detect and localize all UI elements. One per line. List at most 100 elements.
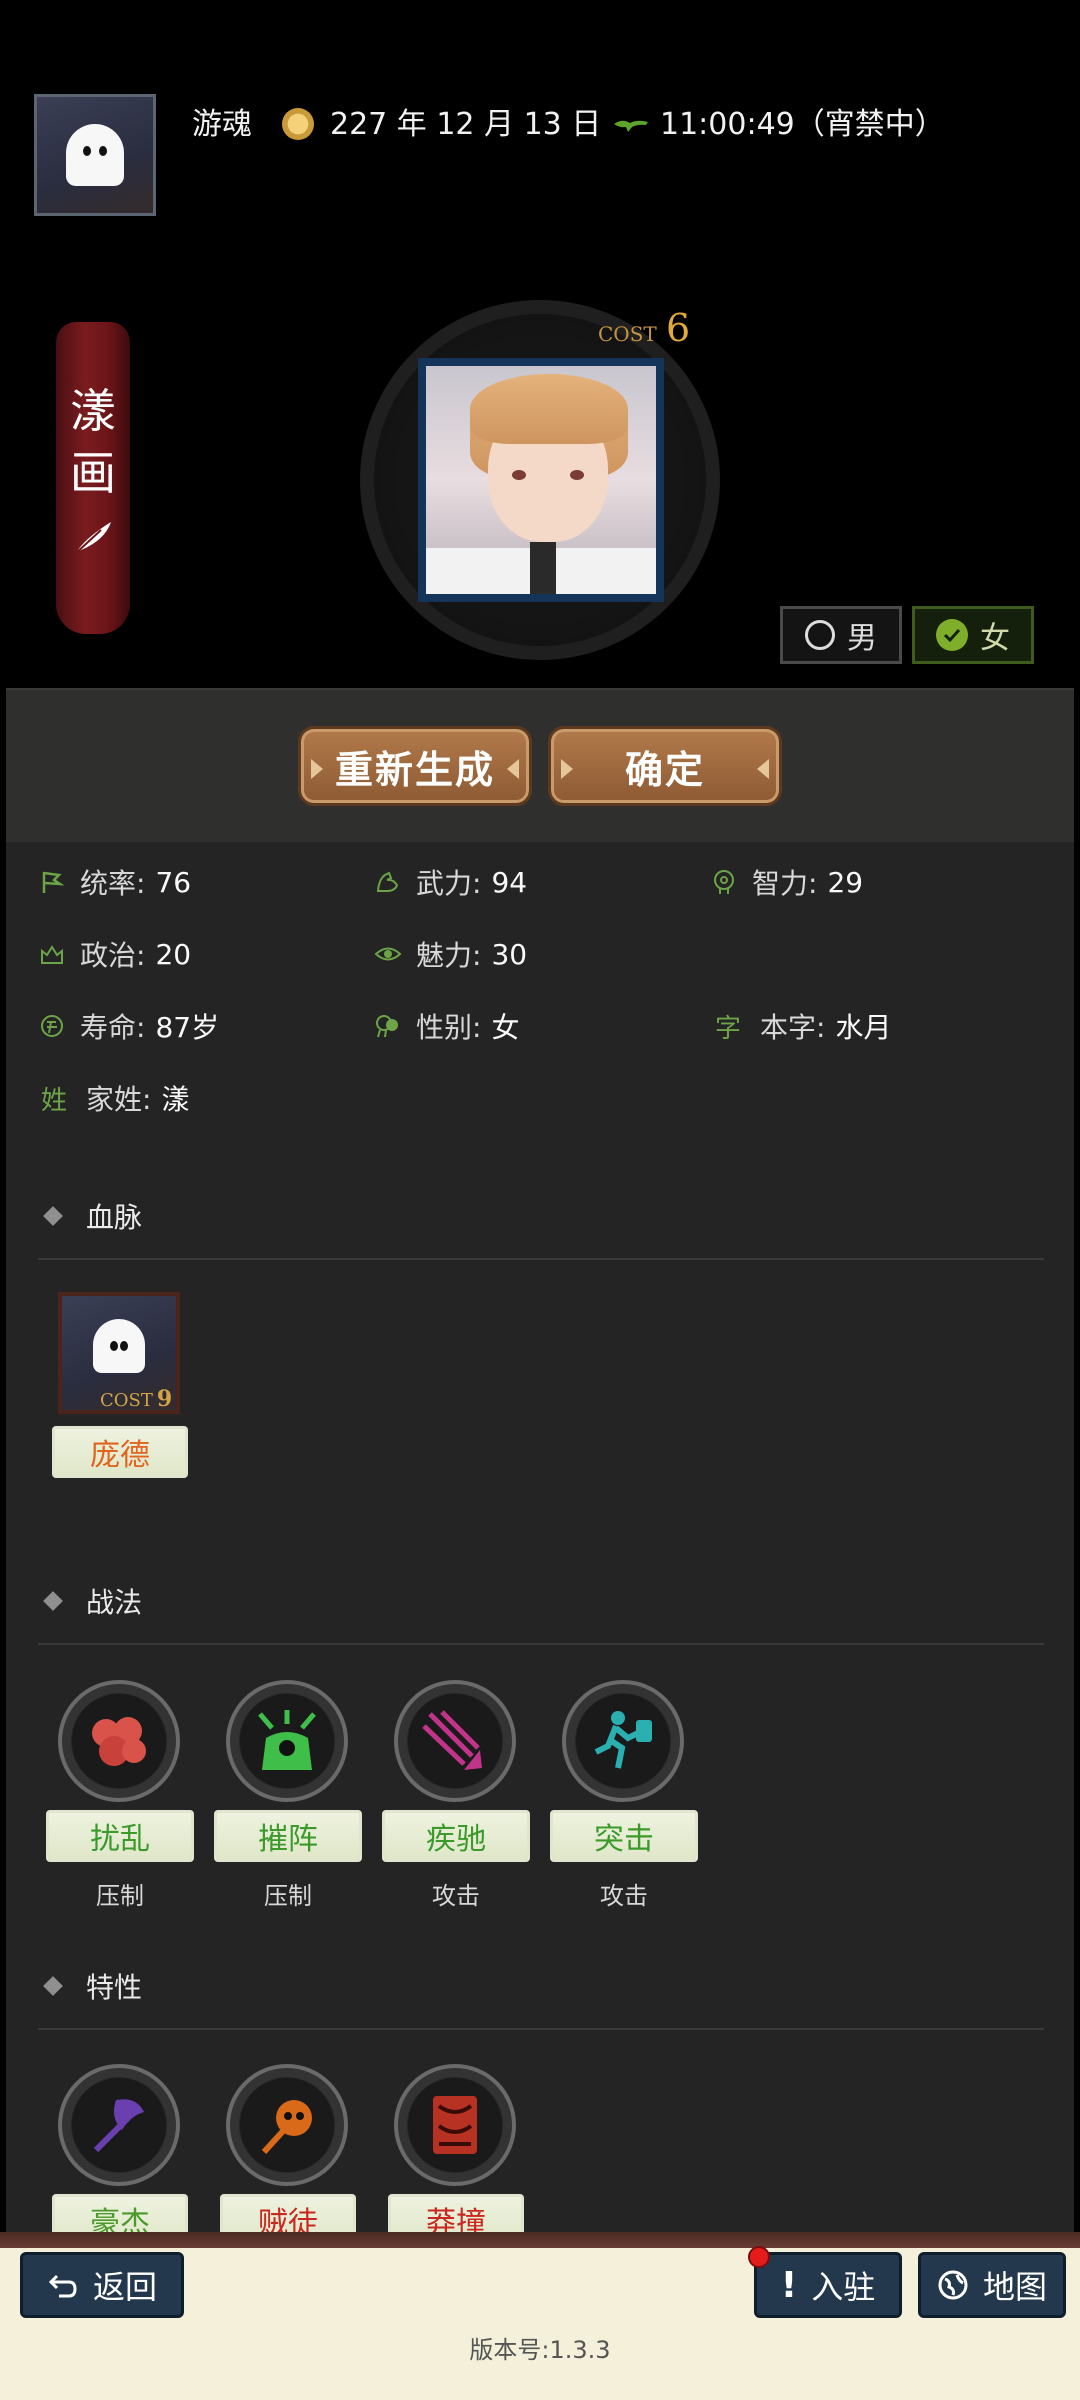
stat-label: 性别: xyxy=(416,1011,482,1044)
stat-value: 30 xyxy=(491,937,528,971)
action-strip xyxy=(6,690,1074,842)
regenerate-button[interactable]: 重新生成 xyxy=(298,726,532,806)
lifespan-sun-icon xyxy=(36,1010,68,1042)
courtesy-char-icon: 字 xyxy=(714,1013,741,1044)
divider xyxy=(38,2028,1044,2030)
stat-value: 水月 xyxy=(835,1011,892,1044)
stat-value: 20 xyxy=(155,937,192,971)
calendar-sun-icon xyxy=(282,108,314,140)
stat-intelligence: 智力: 29 xyxy=(708,852,863,912)
diamond-bullet-icon xyxy=(43,1976,63,1996)
portrait-eye xyxy=(512,470,526,480)
station-label: 入驻 xyxy=(811,2268,876,2306)
stat-lifespan: 寿命: 87岁 xyxy=(36,996,219,1056)
section-title: 特性 xyxy=(86,1971,143,2004)
back-arrow-icon xyxy=(48,2274,77,2298)
feather-edit-icon[interactable] xyxy=(71,518,115,558)
diamond-bullet-icon xyxy=(43,1206,63,1226)
banner-char-1: 漾 xyxy=(70,384,116,438)
stat-value: 87岁 xyxy=(155,1011,220,1044)
crown-icon xyxy=(36,938,68,970)
gender-heads-icon xyxy=(372,1010,404,1042)
trait-bandit-skull-icon[interactable] xyxy=(226,2064,348,2186)
stat-command: 统率: 76 xyxy=(36,852,191,912)
section-traits: 特性 xyxy=(38,1961,142,2011)
cost-value: 9 xyxy=(156,1386,173,1412)
tactic-name-tag[interactable]: 摧阵 xyxy=(214,1810,362,1862)
muscle-arm-icon xyxy=(372,866,404,898)
stat-politics: 政治: 20 xyxy=(36,924,191,984)
player-avatar[interactable] xyxy=(34,94,156,216)
version-text: 版本号:1.3.3 xyxy=(469,2336,611,2364)
radio-checked-icon xyxy=(936,619,968,651)
gender-female-option[interactable]: 女 xyxy=(912,606,1034,664)
stat-charm: 魅力: 30 xyxy=(372,924,527,984)
tactic-type: 压制 xyxy=(96,1882,144,1910)
lizard-time-icon xyxy=(614,120,648,132)
stat-label: 本字: xyxy=(760,1011,826,1044)
map-label: 地图 xyxy=(982,2268,1047,2306)
surname-char-icon: 姓 xyxy=(40,1085,67,1116)
portrait-eye xyxy=(570,470,584,480)
gender-male-label: 男 xyxy=(847,621,877,656)
exclamation-icon: ! xyxy=(780,2264,798,2306)
gender-male-option[interactable]: 男 xyxy=(780,606,902,664)
bloodline-name-tag[interactable]: 庞德 xyxy=(52,1426,188,1478)
section-title: 血脉 xyxy=(86,1201,143,1234)
stat-label: 武力: xyxy=(416,867,482,900)
ghost-avatar-icon xyxy=(66,124,124,186)
tactic-disrupt-icon[interactable] xyxy=(58,1680,180,1802)
section-bloodline: 血脉 xyxy=(38,1191,142,1241)
tactic-break-formation-icon[interactable] xyxy=(226,1680,348,1802)
notification-dot xyxy=(748,2246,770,2268)
divider xyxy=(38,1643,1044,1645)
tactic-type: 攻击 xyxy=(432,1882,480,1910)
character-portrait xyxy=(418,358,664,602)
radio-unchecked-icon xyxy=(805,620,835,650)
tactic-type: 攻击 xyxy=(600,1882,648,1910)
tactic-name-tag[interactable]: 突击 xyxy=(550,1810,698,1862)
eye-icon xyxy=(372,938,404,970)
flag-icon xyxy=(36,866,68,898)
stat-courtesy-name: 字 本字: 水月 xyxy=(708,996,891,1056)
player-name: 游魂 xyxy=(192,107,252,142)
portrait-tie xyxy=(530,542,556,594)
tactic-assault-icon[interactable] xyxy=(562,1680,684,1802)
stat-force: 武力: 94 xyxy=(372,852,527,912)
stat-value: 女 xyxy=(491,1011,520,1044)
stat-sex: 性别: 女 xyxy=(372,996,519,1056)
section-tactics: 战法 xyxy=(38,1576,142,1626)
confirm-button[interactable]: 确定 xyxy=(548,726,782,806)
game-date: 227 年 12 月 13 日 xyxy=(330,107,602,142)
globe-icon xyxy=(938,2270,968,2300)
trait-hero-axe-icon[interactable] xyxy=(58,2064,180,2186)
brain-head-icon xyxy=(708,866,740,898)
stat-label: 寿命: xyxy=(80,1011,146,1044)
cost-value: 6 xyxy=(666,306,691,350)
trait-reckless-icon[interactable] xyxy=(394,2064,516,2186)
stat-label: 政治: xyxy=(80,939,146,972)
divider xyxy=(38,1258,1044,1260)
gender-female-label: 女 xyxy=(980,621,1010,656)
bloodline-cost: COST 9 xyxy=(100,1386,172,1412)
map-button[interactable]: 地图 xyxy=(918,2252,1066,2318)
station-button[interactable]: ! 入驻 xyxy=(754,2252,902,2318)
stat-surname: 姓 家姓: 漾 xyxy=(34,1068,189,1128)
cost-label: COST xyxy=(100,1390,153,1411)
ghost-avatar-icon xyxy=(93,1319,145,1373)
portrait-fringe xyxy=(470,374,628,444)
tactic-type: 压制 xyxy=(264,1882,312,1910)
tactic-gallop-icon[interactable] xyxy=(394,1680,516,1802)
back-button[interactable]: 返回 xyxy=(20,2252,184,2318)
stat-value: 漾 xyxy=(161,1083,190,1116)
game-time: 11:00:49（宵禁中） xyxy=(660,107,945,142)
tactic-name-tag[interactable]: 扰乱 xyxy=(46,1810,194,1862)
tactic-name-tag[interactable]: 疾驰 xyxy=(382,1810,530,1862)
stat-label: 智力: xyxy=(752,867,818,900)
stat-value: 76 xyxy=(155,865,192,899)
banner-char-2: 画 xyxy=(70,446,116,500)
back-label: 返回 xyxy=(92,2268,157,2306)
stat-value: 29 xyxy=(827,865,864,899)
cost-label: COST xyxy=(598,322,657,346)
diamond-bullet-icon xyxy=(43,1591,63,1611)
